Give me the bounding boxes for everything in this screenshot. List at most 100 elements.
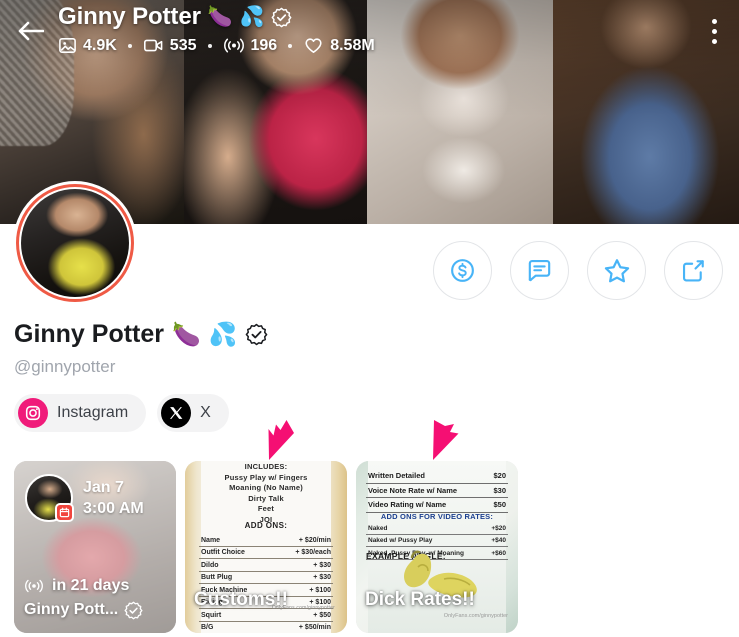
menu-addon-price: + $50 [313,611,331,619]
menu-addon-row: Dildo + $30 [199,559,333,572]
stat-separator [127,43,132,48]
menu-addon-row: Name + $20/min [199,534,333,547]
menu-addons-heading: ADD ONS: [244,521,288,530]
menu-line: INCLUDES: [244,462,288,471]
menu-addon-price: + $50/min [298,624,331,631]
card-author: Ginny Pott... [24,601,119,618]
favorite-button[interactable] [587,241,646,300]
page-title: Ginny Potter [14,320,165,348]
rate-addon-price: +$20 [491,524,506,532]
menu-addon-row: Butt Plug + $30 [199,572,333,584]
stat-videos: 535 [143,36,197,55]
rate-addon-label: Naked w/ Pussy Play [368,537,433,544]
instagram-icon [18,398,48,428]
verified-badge-icon [272,7,292,27]
sweat-droplets-emoji-icon: 💦 [239,6,265,28]
card-countdown: in 21 days [52,577,130,594]
card-avatar [25,474,74,522]
kebab-dot [711,28,717,34]
pink-cursor-arrow-1 [268,419,298,461]
menu-line: Feet [257,504,275,513]
back-arrow-icon [18,21,44,41]
menu-addon-label: B/G [201,624,214,631]
avatar-story-ring [16,184,134,302]
stat-photos-value: 4.9K [83,36,117,54]
card-datetime: Jan 7 3:00 AM [83,477,144,519]
social-links: Instagram X [14,394,268,432]
menu-addon-label: Dildo [201,561,219,569]
tip-button[interactable] [433,241,492,300]
menu-addons-list: Name + $20/min Outfit Choice + $30/each … [199,534,333,633]
rate-price: $20 [493,471,506,480]
menu-line: Pussy Play w/ Fingers [224,472,308,482]
menu-addon-price: + $30 [313,561,331,569]
social-link-x[interactable]: X [157,394,229,432]
pink-cursor-arrow-2 [432,419,462,461]
rate-label: Written Detailed [368,471,425,480]
kebab-dot [711,38,717,44]
stat-photos: 4.9K [58,36,117,55]
eggplant-emoji-icon: 🍆 [207,6,233,28]
verified-badge-icon [245,323,268,345]
card-countdown-row: in 21 days [24,575,168,597]
rate-addon-price: +$40 [491,537,506,544]
profile-action-buttons [433,241,723,300]
avatar-image [21,189,129,297]
share-button[interactable] [664,241,723,300]
rates-list: Written Detailed $20 Voice Note Rate w/ … [366,469,508,513]
verified-badge-icon [124,601,143,619]
customs-menu-card[interactable]: INCLUDES: Pussy Play w/ Fingers Moaning … [185,461,347,633]
menu-addon-price: + $30/each [295,549,331,556]
rate-addon-price: +$60 [491,549,506,557]
scheduled-stream-card[interactable]: Jan 7 3:00 AM in 21 days Ginny Pott... [14,461,176,633]
social-link-label: X [200,404,211,421]
dick-rates-card[interactable]: Written Detailed $20 Voice Note Rate w/ … [356,461,518,633]
card-time: 3:00 AM [83,500,144,517]
card-title: Dick Rates!! [365,589,475,610]
calendar-badge-icon [55,503,74,522]
card-author-row: Ginny Pott... [24,599,168,621]
heart-icon [305,38,322,53]
more-options-button[interactable] [699,10,729,52]
banner-title: Ginny Potter [58,3,201,30]
live-stream-icon [223,38,244,53]
menu-addon-label: Name [201,536,221,544]
menu-line: Moaning (No Name) [229,483,303,492]
message-button[interactable] [510,241,569,300]
menu-addon-label: Butt Plug [201,574,233,581]
banner-title-row: Ginny Potter 🍆 💦 [58,2,375,32]
dollar-circle-icon [451,259,474,282]
menu-addon-row: B/G + $50/min [199,622,333,634]
profile-info: Ginny Potter 🍆 💦 @ginnypotter Instagram [14,318,268,432]
rate-row: Video Rating w/ Name $50 [366,498,508,513]
profile-screen: Ginny Potter 🍆 💦 4.9K 535 196 8.58M Ginn… [0,0,739,637]
back-button[interactable] [14,14,48,48]
menu-addon-price: + $30 [313,574,331,581]
stat-separator [288,43,293,48]
avatar[interactable] [13,181,137,305]
star-icon [604,258,629,282]
video-icon [143,39,163,52]
rate-price: $30 [493,485,506,495]
stat-likes: 8.58M [303,36,375,55]
profile-handle: @ginnypotter [14,357,116,376]
menu-addon-row: Outfit Choice + $30/each [199,547,333,559]
social-link-instagram[interactable]: Instagram [14,394,147,432]
card-header: Jan 7 3:00 AM [25,474,144,522]
chat-bubble-icon [528,259,551,282]
banner-header-text: Ginny Potter 🍆 💦 4.9K 535 196 8.58M [58,2,375,55]
eggplant-emoji-icon: 🍆 [172,320,201,347]
menu-addon-label: Squirt [201,611,222,619]
share-icon [682,260,704,282]
rate-label: Voice Note Rate w/ Name [368,485,458,495]
rates-addons-heading: ADD ONS FOR VIDEO RATES: [380,512,494,521]
menu-addon-price: + $20/min [298,536,331,544]
highlights-row: Jan 7 3:00 AM in 21 days Ginny Pott... I… [14,461,518,633]
x-twitter-icon [161,398,192,428]
stat-separator [207,43,212,48]
rate-addon-row: Naked w/ Pussy Play +$40 [366,535,508,547]
stat-streams-value: 196 [250,36,278,54]
rate-row: Voice Note Rate w/ Name $30 [366,484,508,498]
kebab-dot [711,18,717,24]
sweat-droplets-emoji-icon: 💦 [208,320,238,347]
